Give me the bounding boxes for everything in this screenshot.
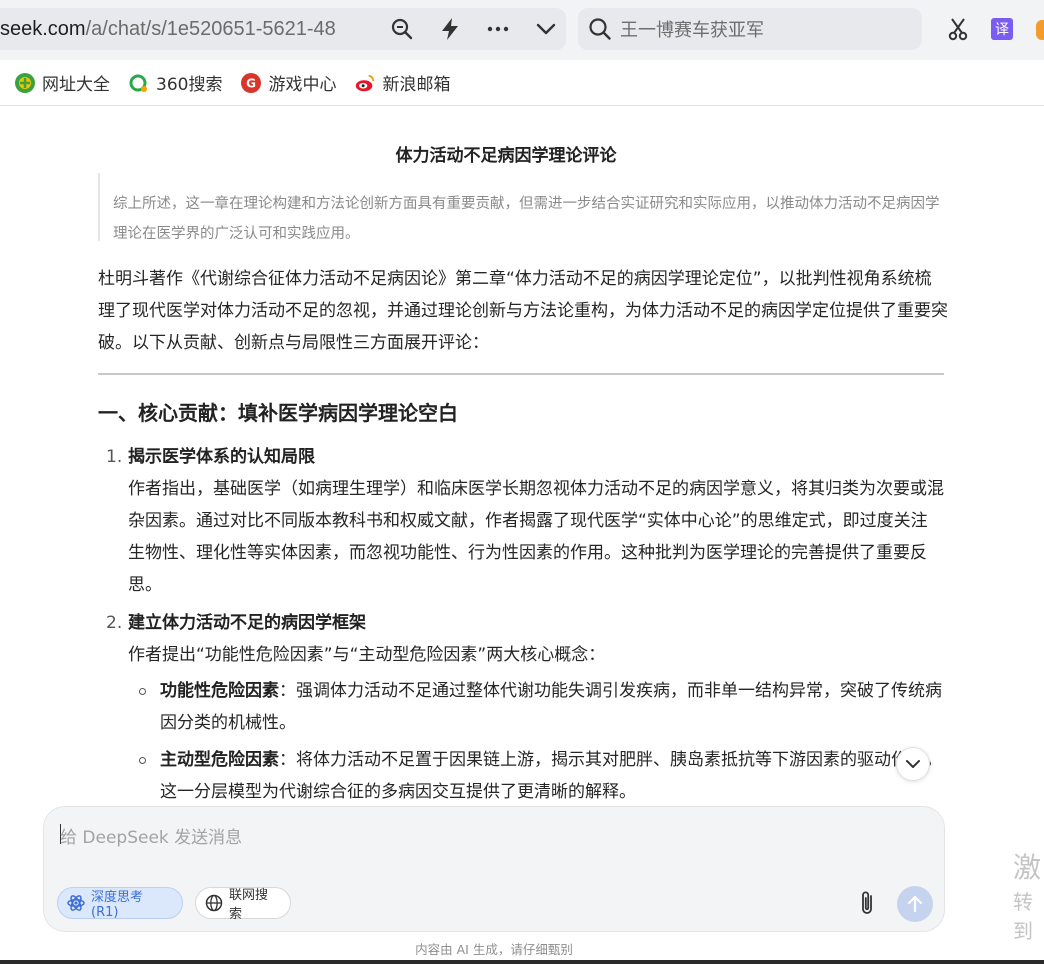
section-heading: 一、核心贡献：填补医学病因学理论空白: [98, 401, 458, 425]
document-title: 体力活动不足病因学理论评论: [395, 146, 617, 166]
globe-icon: [205, 894, 223, 912]
bullet-marker: [139, 688, 146, 695]
search-icon: [580, 17, 620, 41]
scroll-to-bottom-button[interactable]: [896, 747, 930, 781]
lightning-icon[interactable]: [426, 8, 474, 50]
deep-think-label: 深度思考 (R1): [91, 890, 144, 920]
web-search-label: 联网搜索: [229, 888, 269, 922]
bookmark-wangzhi[interactable]: 网址大全: [14, 70, 110, 95]
sina-mail-icon: [354, 72, 376, 94]
activation-watermark-sub: 转到: [1013, 890, 1033, 943]
web-search-toggle[interactable]: 联网搜索: [195, 887, 291, 922]
list-number: 2.: [106, 613, 123, 633]
bullet-term: 功能性危险因素: [160, 681, 279, 701]
bookmark-label: 游戏中心: [268, 75, 337, 95]
attach-file-button[interactable]: [855, 889, 879, 917]
list-item-heading: 揭示医学体系的认知局限: [128, 447, 315, 467]
bullet-term: 主动型危险因素: [160, 750, 279, 770]
address-bar[interactable]: seek.com/a/chat/s/1e520651-5621-48: [0, 8, 566, 50]
window-bottom-edge: [0, 960, 1044, 964]
list-number: 1.: [106, 447, 123, 467]
bookmark-sina-mail[interactable]: 新浪邮箱: [354, 70, 450, 95]
atom-icon: [67, 894, 85, 912]
bookmark-label: 360搜索: [156, 75, 223, 95]
search-box[interactable]: 王一博赛车获亚军: [578, 8, 922, 50]
bullet-item: 功能性危险因素：强调体力活动不足通过整体代谢功能失调引发疾病，而非单一结构异常，…: [139, 675, 944, 739]
list-item-body: 作者提出“功能性危险因素”与“主动型危险因素”两大核心概念：: [128, 645, 606, 665]
activation-watermark: 激: [1013, 851, 1042, 884]
list-item: 1. 揭示医学体系的认知局限 作者指出，基础医学（如病理生理学）和临床医学长期忽…: [106, 441, 944, 601]
paperclip-icon: [862, 891, 872, 914]
bookmark-label: 网址大全: [42, 75, 110, 95]
search-text[interactable]: 王一博赛车获亚军: [620, 16, 764, 42]
list-item: 2. 建立体力活动不足的病因学框架 作者提出“功能性危险因素”与“主动型危险因素…: [106, 607, 944, 671]
wangzhi-icon: [14, 72, 36, 94]
extension-icon[interactable]: [1036, 20, 1044, 40]
bookmark-label: 新浪邮箱: [382, 75, 451, 95]
list-item-heading: 建立体力活动不足的病因学框架: [128, 613, 366, 633]
translate-button[interactable]: 译: [980, 8, 1024, 50]
game-center-icon: G: [240, 72, 262, 94]
url-domain: seek.com: [0, 17, 86, 40]
list-item-body: 作者指出，基础医学（如病理生理学）和临床医学长期忽视体力活动不足的病因学意义，将…: [128, 479, 944, 595]
chevron-down-icon[interactable]: [522, 8, 570, 50]
deep-think-toggle[interactable]: 深度思考 (R1): [57, 887, 183, 920]
url-path: /a/chat/s/1e520651-5621-48: [85, 17, 336, 40]
svg-text:G: G: [247, 76, 257, 90]
message-composer[interactable]: 给 DeepSeek 发送消息 深度思考 (R1) 联网搜索: [43, 806, 945, 932]
bookmarks-bar: 网址大全 360搜索 G 游戏中心 新浪邮箱: [0, 60, 1044, 106]
360-search-icon: [128, 72, 150, 94]
arrow-up-icon: [907, 895, 923, 913]
ai-disclaimer: 内容由 AI 生成，请仔细甄别: [415, 942, 573, 957]
scissors-icon[interactable]: [936, 8, 980, 50]
bookmark-360-search[interactable]: 360搜索: [128, 70, 222, 95]
intro-paragraph: 杜明斗著作《代谢综合征体力活动不足病因论》第二章“体力活动不足的病因学理论定位”…: [98, 269, 948, 353]
send-button[interactable]: [897, 886, 933, 922]
browser-toolbar: seek.com/a/chat/s/1e520651-5621-48 王一博赛车…: [0, 0, 1044, 60]
divider: [98, 373, 944, 375]
address-text[interactable]: seek.com/a/chat/s/1e520651-5621-48: [0, 18, 372, 41]
chevron-down-icon: [906, 760, 920, 768]
more-icon[interactable]: [474, 8, 522, 50]
bullet-item: 主动型危险因素：将体力活动不足置于因果链上游，揭示其对肥胖、胰岛素抵抗等下游因素…: [139, 744, 944, 807]
zoom-icon[interactable]: [378, 8, 426, 50]
chat-content[interactable]: 体力活动不足病因学理论评论 综上所述，这一章在理论构建和方法论创新方面具有重要贡…: [0, 107, 1044, 807]
bookmark-game-center[interactable]: G 游戏中心: [240, 70, 336, 95]
quote-block: 综上所述，这一章在理论构建和方法论创新方面具有重要贡献，但需进一步结合实证研究和…: [98, 173, 944, 242]
bullet-marker: [139, 757, 146, 764]
translate-icon: 译: [991, 18, 1013, 40]
message-input[interactable]: 给 DeepSeek 发送消息: [60, 823, 242, 848]
